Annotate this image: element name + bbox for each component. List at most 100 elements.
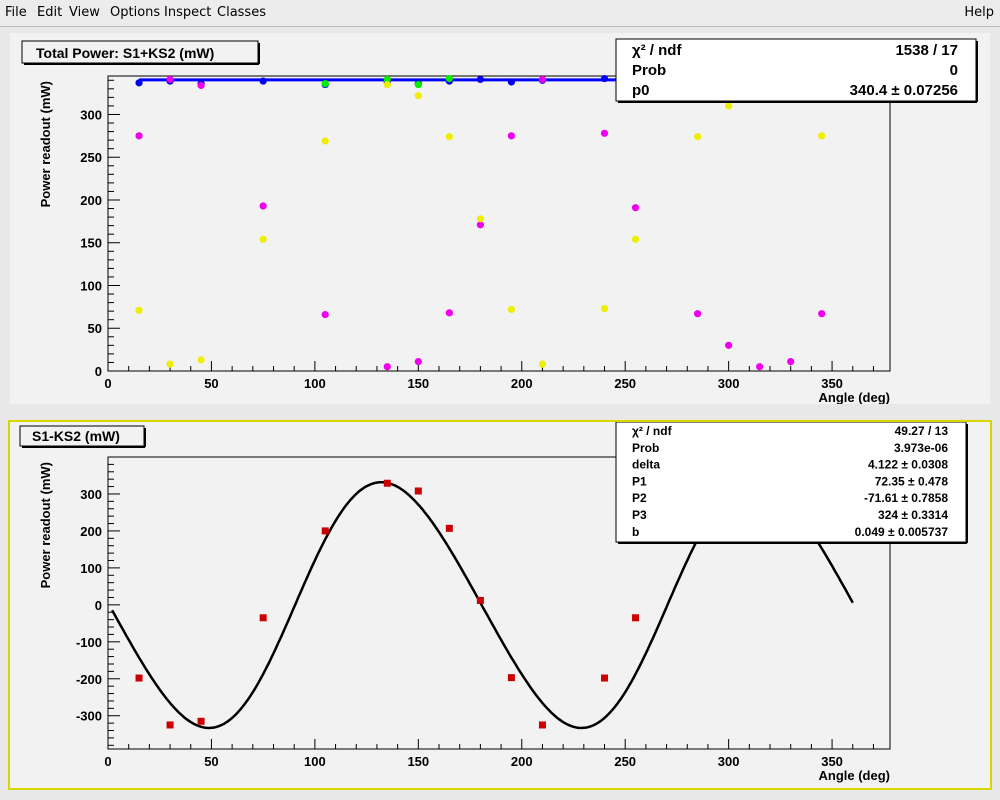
data-point-magenta	[197, 81, 205, 90]
plot-title: Total Power: S1+KS2 (mW)	[36, 45, 214, 61]
data-point-red	[445, 524, 453, 532]
x-tick-label: 0	[104, 376, 111, 391]
x-tick-label: 350	[821, 754, 843, 769]
data-point-magenta	[414, 357, 422, 366]
data-point-magenta	[538, 75, 547, 84]
data-point-red	[135, 674, 143, 682]
data-point-green	[445, 74, 453, 83]
data-point-blue	[259, 77, 267, 85]
y-tick-label: 200	[80, 193, 102, 208]
y-tick-label: 200	[80, 524, 102, 539]
y-tick-label: -100	[76, 635, 102, 650]
stats-value: 0	[950, 62, 958, 79]
menu-help[interactable]: Help	[964, 5, 994, 20]
stats-value: 324 ± 0.3314	[878, 508, 948, 522]
data-point-magenta	[445, 309, 453, 317]
data-point-red	[321, 527, 329, 535]
stats-label: χ² / ndf	[632, 424, 673, 438]
data-point-yellow	[818, 132, 826, 140]
data-point-magenta	[631, 204, 640, 212]
pad-difference[interactable]: 0 50 100 150 200 250 300 350 -300 -200 -100 0 100 200…	[8, 420, 992, 790]
data-point-magenta	[818, 310, 826, 318]
menu-options[interactable]: Options	[110, 5, 160, 20]
stats-value: 1538 / 17	[895, 42, 958, 59]
data-point-yellow	[135, 306, 143, 314]
data-point-yellow	[197, 356, 205, 364]
data-point-yellow	[725, 102, 733, 110]
difference-plot[interactable]: 0 50 100 150 200 250 300 350 -300 -200 -100 0 100 200…	[10, 422, 990, 788]
y-tick-label: 100	[80, 561, 102, 576]
stats-label: P3	[632, 508, 647, 522]
y-tick-label: 300	[80, 487, 102, 502]
data-point-yellow	[445, 133, 453, 141]
data-point-yellow	[259, 235, 267, 243]
menu-edit[interactable]: Edit	[37, 5, 62, 20]
plot-title: S1-KS2 (mW)	[32, 428, 120, 444]
pad-total-power[interactable]: 0 50 100 150 200 250 300 350 0 50 100 150 200 250 300 A…	[8, 31, 992, 406]
x-tick-label: 200	[511, 376, 533, 391]
x-tick-label: 300	[718, 376, 740, 391]
x-tick-label: 0	[104, 754, 111, 769]
x-axis-title: Angle (deg)	[819, 768, 891, 783]
plot-title-box: Total Power: S1+KS2 (mW)	[21, 40, 259, 64]
data-point-red	[507, 674, 515, 682]
y-tick-label: 100	[80, 278, 102, 293]
stats-value: 0.049 ± 0.005737	[855, 525, 949, 539]
data-point-magenta	[259, 202, 267, 210]
data-point-magenta	[725, 341, 733, 349]
menu-bar: File Edit View Options Inspect Classes H…	[0, 0, 1000, 27]
x-tick-label: 150	[407, 754, 429, 769]
y-tick-label: 0	[95, 364, 102, 379]
canvas-area[interactable]: 0 50 100 150 200 250 300 350 0 50 100 150 200 250 300 A…	[0, 27, 1000, 800]
data-point-yellow	[631, 235, 640, 243]
data-point-blue	[600, 74, 609, 83]
data-point-yellow	[600, 304, 609, 313]
y-tick-label: 150	[80, 236, 102, 251]
stats-value: 4.122 ± 0.0308	[868, 458, 948, 472]
data-point-yellow	[694, 133, 702, 141]
stats-label: Prob	[632, 441, 659, 455]
stats-value: 72.35 ± 0.478	[875, 474, 949, 488]
plot-frame	[107, 75, 891, 372]
data-point-yellow	[166, 360, 174, 368]
data-point-magenta	[383, 363, 391, 371]
y-tick-label: -300	[76, 709, 102, 724]
x-tick-label: 50	[204, 754, 218, 769]
data-point-green	[321, 80, 329, 88]
stats-label: delta	[632, 458, 660, 472]
stats-label: P1	[632, 474, 647, 488]
data-point-red	[166, 721, 174, 729]
data-point-blue	[135, 79, 143, 87]
x-axis-title: Angle (deg)	[819, 390, 891, 404]
y-tick-label: 50	[88, 321, 102, 336]
data-point-magenta	[507, 132, 516, 140]
stats-label: b	[632, 525, 639, 539]
data-point-yellow	[538, 360, 547, 368]
data-point-blue	[476, 75, 484, 84]
data-point-yellow	[476, 215, 484, 223]
x-tick-label: 200	[511, 754, 533, 769]
menu-file[interactable]: File	[5, 5, 27, 20]
stats-label: p0	[632, 82, 650, 99]
data-point-magenta	[787, 357, 795, 366]
data-point-magenta	[166, 75, 174, 84]
y-axis-title: Power readout (mW)	[38, 81, 53, 207]
x-tick-label: 150	[407, 376, 429, 391]
data-point-red	[632, 614, 640, 622]
menu-classes[interactable]: Classes	[217, 5, 266, 20]
menu-view[interactable]: View	[69, 5, 100, 20]
stats-value: 340.4 ± 0.07256	[850, 82, 958, 99]
stats-value: 49.27 / 13	[895, 424, 949, 438]
data-point-yellow	[507, 305, 516, 314]
x-tick-label: 350	[821, 376, 843, 391]
data-point-magenta	[135, 132, 143, 140]
data-point-red	[414, 487, 422, 495]
data-point-yellow	[383, 80, 391, 89]
x-tick-label: 100	[304, 376, 326, 391]
x-tick-label: 300	[718, 754, 740, 769]
menu-inspect[interactable]: Inspect	[164, 5, 211, 20]
total-power-plot[interactable]: 0 50 100 150 200 250 300 350 0 50 100 150 200 250 300 A…	[10, 33, 990, 404]
stats-label: P2	[632, 491, 647, 505]
y-tick-label: 300	[80, 107, 102, 122]
data-point-red	[476, 596, 484, 604]
